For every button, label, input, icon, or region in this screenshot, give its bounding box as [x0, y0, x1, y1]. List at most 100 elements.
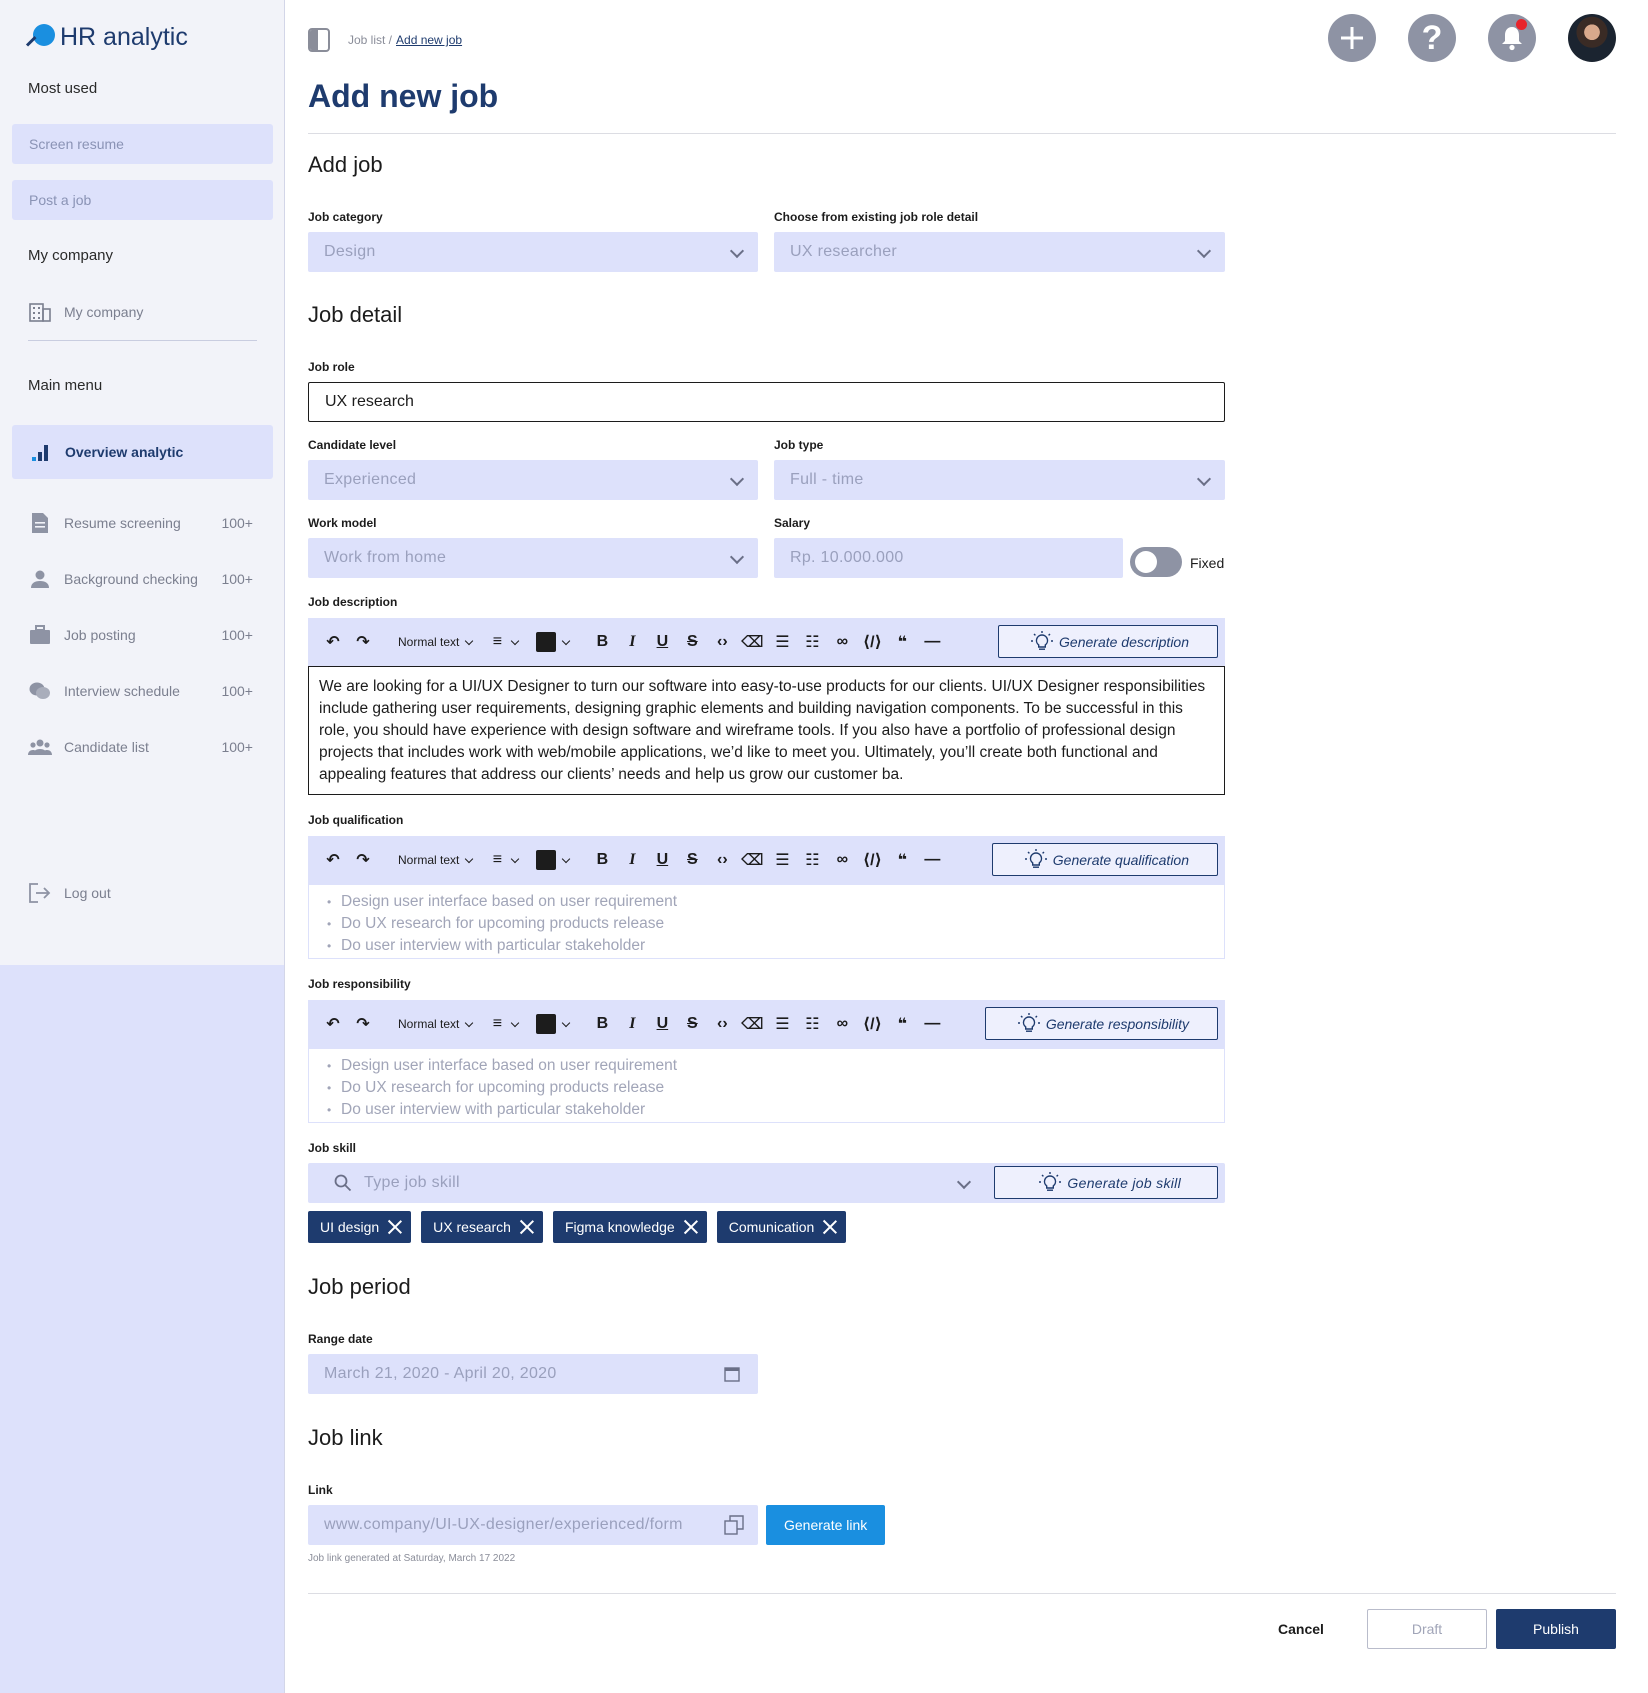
generate-qualification-button[interactable]: Generate qualification	[991, 843, 1218, 876]
clear-format-icon[interactable]: ⌫	[741, 849, 764, 871]
sidebar-item-job-posting[interactable]: Job posting 100+	[28, 623, 253, 647]
bullet-list-icon[interactable]: ☰	[771, 849, 793, 871]
strikethrough-icon[interactable]: S	[681, 631, 703, 653]
code-icon[interactable]: ‹›	[711, 1013, 733, 1035]
code-icon[interactable]: ‹›	[711, 849, 733, 871]
text-color-swatch[interactable]	[536, 1014, 557, 1034]
notification-button[interactable]	[1488, 14, 1536, 62]
candidate-level-select[interactable]: Experienced	[308, 460, 758, 500]
redo-icon[interactable]: ↷	[352, 849, 374, 871]
salary-input[interactable]: Rp. 10.000.000	[774, 538, 1123, 578]
work-model-select[interactable]: Work from home	[308, 538, 758, 578]
close-icon[interactable]	[681, 1217, 701, 1237]
job-skill-input[interactable]: Type job skill	[364, 1174, 460, 1191]
responsibility-textarea[interactable]: Design user interface based on user requ…	[308, 1048, 1225, 1123]
bold-icon[interactable]: B	[591, 631, 613, 653]
close-icon[interactable]	[517, 1217, 537, 1237]
numbered-list-icon[interactable]: ☷	[801, 849, 823, 871]
generate-link-button[interactable]: Generate link	[766, 1505, 886, 1545]
undo-icon[interactable]: ↶	[322, 1013, 344, 1035]
chevron-down-icon[interactable]	[956, 1174, 972, 1190]
calendar-icon[interactable]	[724, 1366, 740, 1382]
link-icon[interactable]: ∞	[831, 849, 853, 871]
generate-job-skill-button[interactable]: Generate job skill	[994, 1166, 1218, 1199]
redo-icon[interactable]: ↷	[352, 631, 374, 653]
italic-icon[interactable]: I	[621, 631, 643, 653]
undo-icon[interactable]: ↶	[322, 849, 344, 871]
italic-icon[interactable]: I	[621, 1013, 643, 1035]
skill-chip[interactable]: UX research	[421, 1211, 543, 1243]
numbered-list-icon[interactable]: ☷	[801, 631, 823, 653]
help-button[interactable]: ?	[1408, 14, 1456, 62]
job-type-select[interactable]: Full - time	[774, 460, 1225, 500]
text-style-dropdown[interactable]: Normal text	[398, 853, 474, 867]
qualification-textarea[interactable]: Design user interface based on user requ…	[308, 884, 1225, 959]
align-icon[interactable]: ≡	[486, 849, 508, 871]
code-block-icon[interactable]: ⟨/⟩	[861, 631, 883, 653]
cancel-button[interactable]: Cancel	[1278, 1621, 1324, 1637]
undo-icon[interactable]: ↶	[322, 631, 344, 653]
description-textarea[interactable]: We are looking for a UI/UX Designer to t…	[308, 666, 1225, 795]
quote-icon[interactable]: ❝	[891, 849, 913, 871]
bullet-list-icon[interactable]: ☰	[771, 1013, 793, 1035]
draft-button[interactable]: Draft	[1367, 1609, 1487, 1649]
redo-icon[interactable]: ↷	[352, 1013, 374, 1035]
clear-format-icon[interactable]: ⌫	[741, 1013, 764, 1035]
divider-icon[interactable]: —	[921, 631, 943, 653]
bold-icon[interactable]: B	[591, 849, 613, 871]
avatar[interactable]	[1568, 14, 1616, 62]
link-input[interactable]: www.company/UI-UX-designer/experienced/f…	[308, 1505, 758, 1545]
clear-format-icon[interactable]: ⌫	[741, 631, 764, 653]
quote-icon[interactable]: ❝	[891, 631, 913, 653]
generate-description-button[interactable]: Generate description	[998, 625, 1218, 658]
strikethrough-icon[interactable]: S	[681, 1013, 703, 1035]
link-icon[interactable]: ∞	[831, 1013, 853, 1035]
text-color-swatch[interactable]	[536, 850, 557, 870]
code-block-icon[interactable]: ⟨/⟩	[861, 849, 883, 871]
underline-icon[interactable]: U	[651, 1013, 673, 1035]
screen-resume-button[interactable]: Screen resume	[12, 124, 273, 164]
sidebar-item-overview-analytic[interactable]: Overview analytic	[12, 425, 273, 479]
sidebar-item-background-checking[interactable]: Background checking 100+	[28, 567, 253, 591]
bold-icon[interactable]: B	[591, 1013, 613, 1035]
sidebar-item-my-company[interactable]: My company	[28, 300, 253, 324]
skill-chip[interactable]: Figma knowledge	[552, 1211, 707, 1243]
divider-icon[interactable]: —	[921, 849, 943, 871]
underline-icon[interactable]: U	[651, 849, 673, 871]
close-icon[interactable]	[820, 1217, 840, 1237]
strikethrough-icon[interactable]: S	[681, 849, 703, 871]
text-color-swatch[interactable]	[536, 632, 557, 652]
numbered-list-icon[interactable]: ☷	[801, 1013, 823, 1035]
link-icon[interactable]: ∞	[831, 631, 853, 653]
range-date-input[interactable]: March 21, 2020 - April 20, 2020	[308, 1354, 758, 1394]
app-logo[interactable]: HR analytic	[25, 22, 188, 52]
add-button[interactable]	[1328, 14, 1376, 62]
sidebar-item-resume-screening[interactable]: Resume screening 100+	[28, 511, 253, 535]
sidebar-item-interview-schedule[interactable]: Interview schedule 100+	[28, 679, 253, 703]
bullet-list-icon[interactable]: ☰	[771, 631, 793, 653]
quote-icon[interactable]: ❝	[891, 1013, 913, 1035]
skill-chip[interactable]: UI design	[308, 1211, 412, 1243]
align-icon[interactable]: ≡	[486, 631, 508, 653]
code-block-icon[interactable]: ⟨/⟩	[861, 1013, 883, 1035]
copy-icon[interactable]	[724, 1515, 744, 1535]
generate-responsibility-button[interactable]: Generate responsibility	[984, 1007, 1218, 1040]
breadcrumb-parent[interactable]: Job list /	[348, 33, 392, 47]
align-icon[interactable]: ≡	[486, 1013, 508, 1035]
post-a-job-button[interactable]: Post a job	[12, 180, 273, 220]
job-category-select[interactable]: Design	[308, 232, 758, 272]
existing-role-select[interactable]: UX researcher	[774, 232, 1225, 272]
breadcrumb-current[interactable]: Add new job	[396, 33, 462, 47]
job-role-input[interactable]: UX research	[308, 382, 1225, 422]
sidebar-toggle-icon[interactable]	[308, 28, 330, 52]
fixed-salary-toggle[interactable]	[1130, 547, 1182, 577]
text-style-dropdown[interactable]: Normal text	[398, 1017, 474, 1031]
close-icon[interactable]	[385, 1217, 405, 1237]
sidebar-item-candidate-list[interactable]: Candidate list 100+	[28, 735, 253, 759]
underline-icon[interactable]: U	[651, 631, 673, 653]
skill-chip[interactable]: Comunication	[716, 1211, 847, 1243]
publish-button[interactable]: Publish	[1496, 1609, 1616, 1649]
italic-icon[interactable]: I	[621, 849, 643, 871]
text-style-dropdown[interactable]: Normal text	[398, 635, 474, 649]
logout-button[interactable]: Log out	[28, 881, 253, 905]
